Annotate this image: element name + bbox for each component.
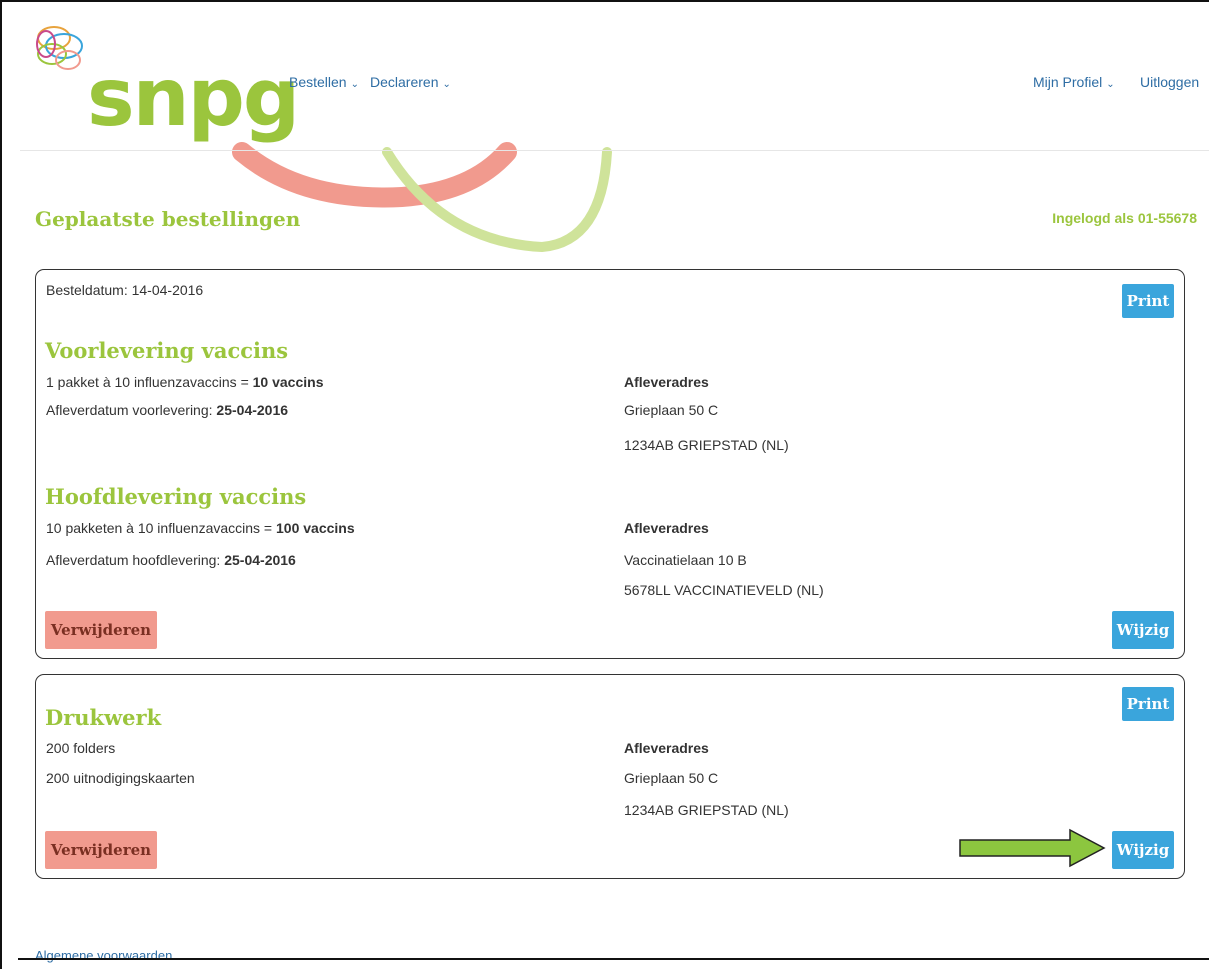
- date-label: Afleverdatum voorlevering:: [46, 402, 217, 418]
- page-title: Geplaatste bestellingen: [35, 207, 301, 231]
- hoofdlevering-date: Afleverdatum hoofdlevering: 25-04-2016: [46, 552, 296, 568]
- date-value: 25-04-2016: [216, 402, 289, 418]
- order-card-vaccins: Besteldatum: 14-04-2016 Print Voorleveri…: [35, 269, 1185, 659]
- nav-profiel-label: Mijn Profiel: [1033, 74, 1103, 90]
- address-label: Afleveradres: [624, 740, 709, 756]
- address-label: Afleveradres: [624, 520, 709, 536]
- browser-frame: snpg Bestellen ⌄ Declareren ⌄ Mijn Profiel…: [0, 0, 1209, 969]
- address-line-1: Grieplaan 50 C: [624, 402, 719, 418]
- voorlevering-date: Afleverdatum voorlevering: 25-04-2016: [46, 402, 288, 418]
- chevron-down-icon: ⌄: [350, 79, 359, 90]
- drukwerk-item: 200 folders: [46, 740, 116, 756]
- bottom-divider: [18, 958, 1209, 960]
- quantity-text: 10 pakketen à 10 influenzavaccins =: [46, 520, 276, 536]
- chevron-down-icon: ⌄: [1106, 79, 1115, 90]
- delete-button[interactable]: Verwijderen: [45, 831, 157, 869]
- salmon-swirl: [232, 142, 517, 208]
- green-swirl: [382, 147, 612, 253]
- nav-uitloggen[interactable]: Uitloggen: [1140, 74, 1199, 90]
- quantity-total: 10 vaccins: [252, 374, 324, 390]
- nav-declareren-label: Declareren: [370, 74, 439, 90]
- header-divider: [20, 150, 1209, 151]
- order-date: Besteldatum: 14-04-2016: [46, 282, 204, 298]
- section-title-voorlevering: Voorlevering vaccins: [45, 338, 289, 363]
- print-button[interactable]: Print: [1122, 687, 1174, 721]
- section-title-hoofdlevering: Hoofdlevering vaccins: [45, 484, 307, 509]
- quantity-total: 100 vaccins: [276, 520, 355, 536]
- address-label: Afleveradres: [624, 374, 709, 390]
- hoofdlevering-quantity: 10 pakketen à 10 influenzavaccins = 100 …: [46, 520, 355, 536]
- date-label: Afleverdatum hoofdlevering:: [46, 552, 225, 568]
- nav-bestellen-label: Bestellen: [289, 74, 347, 90]
- nav-declareren[interactable]: Declareren ⌄: [370, 74, 451, 90]
- footer-terms-link[interactable]: Algemene voorwaarden: [35, 948, 172, 963]
- drukwerk-item: 200 uitnodigingskaarten: [46, 770, 195, 786]
- edit-button[interactable]: Wijzig: [1112, 611, 1174, 649]
- address-line-2: 1234AB GRIEPSTAD (NL): [624, 802, 789, 818]
- address-line-2: 1234AB GRIEPSTAD (NL): [624, 437, 789, 453]
- nav-uitloggen-label: Uitloggen: [1140, 74, 1200, 90]
- quantity-text: 1 pakket à 10 influenzavaccins =: [46, 374, 253, 390]
- chevron-down-icon: ⌄: [442, 79, 451, 90]
- address-line-1: Vaccinatielaan 10 B: [624, 552, 747, 568]
- snpg-logo[interactable]: snpg: [32, 20, 300, 150]
- green-arrow-icon: [959, 828, 1106, 868]
- nav-bestellen[interactable]: Bestellen ⌄: [289, 74, 359, 90]
- edit-button[interactable]: Wijzig: [1112, 831, 1174, 869]
- print-button[interactable]: Print: [1122, 284, 1174, 318]
- address-line-1: Grieplaan 50 C: [624, 770, 719, 786]
- logged-in-status: Ingelogd als 01-55678: [1052, 210, 1197, 226]
- address-line-2: 5678LL VACCINATIEVELD (NL): [624, 582, 824, 598]
- section-title-drukwerk: Drukwerk: [45, 705, 162, 730]
- logo-text: snpg: [87, 51, 300, 144]
- voorlevering-quantity: 1 pakket à 10 influenzavaccins = 10 vacc…: [46, 374, 323, 390]
- date-value: 25-04-2016: [224, 552, 296, 568]
- nav-mijn-profiel[interactable]: Mijn Profiel ⌄: [1033, 74, 1115, 90]
- delete-button[interactable]: Verwijderen: [45, 611, 157, 649]
